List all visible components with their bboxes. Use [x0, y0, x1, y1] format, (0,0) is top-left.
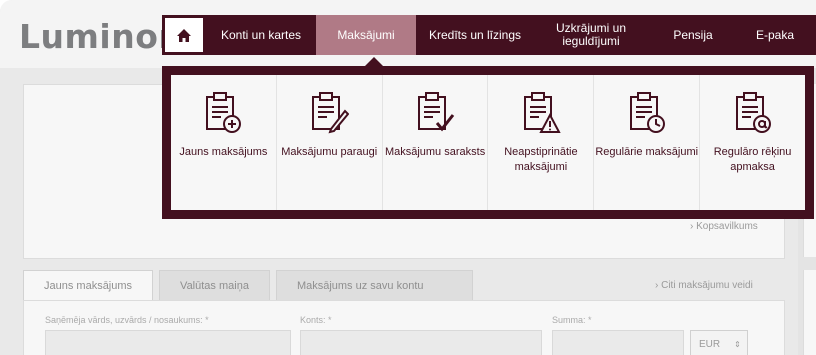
payments-mega-menu: Jauns maksājums Maksājumu paraugi Maksāj…	[162, 66, 814, 219]
clipboard-check-icon	[418, 92, 455, 132]
recipient-label: Saņēmēja vārds, uzvārds / nosaukums: *	[45, 315, 209, 325]
menu-item-label: Neapstiprinātie maksājumi	[504, 146, 578, 173]
menu-caret	[365, 57, 383, 66]
account-label: Konts: *	[300, 315, 332, 325]
summary-link[interactable]: › Kopsavilkums	[690, 221, 758, 232]
clipboard-pencil-icon	[312, 92, 350, 134]
clipboard-warning-icon	[523, 92, 561, 133]
menu-item-label: Maksājumu saraksts	[384, 146, 486, 158]
main-nav: Konti un kartes Maksājumi Kredīts un līz…	[162, 15, 816, 55]
payment-tabs: Jauns maksājums Valūtas maiņa Maksājums …	[23, 270, 473, 301]
clipboard-plus-icon	[206, 92, 242, 133]
menu-item-label: Regulāro rēķinu apmaksa	[713, 146, 792, 173]
recipient-input[interactable]	[45, 330, 291, 355]
menu-item-maksajumu-saraksts[interactable]: Maksājumu saraksts	[383, 75, 489, 210]
menu-item-jauns-maksajums[interactable]: Jauns maksājums	[171, 75, 277, 210]
tab-maksajums-uz-savu-kontu[interactable]: Maksājums uz savu kontu	[275, 270, 473, 301]
nav-uzkrajumi-un-ieguldijumi[interactable]: Uzkrājumi un ieguldījumi	[534, 15, 648, 55]
app-window: Luminor Konti un kartes Maksājumi Kredīt…	[0, 0, 816, 355]
home-icon	[177, 28, 191, 42]
menu-item-maksajumu-paraugi[interactable]: Maksājumu paraugi	[277, 75, 383, 210]
currency-select[interactable]: EUR ⇕	[690, 330, 748, 355]
account-input[interactable]	[300, 330, 542, 355]
nav-kredits-un-lizings[interactable]: Kredīts un līzings	[416, 15, 534, 55]
nav-pensija[interactable]: Pensija	[648, 15, 738, 55]
logo[interactable]: Luminor	[19, 17, 175, 56]
tab-jauns-maksajums[interactable]: Jauns maksājums	[23, 270, 154, 301]
nav-maksajumi[interactable]: Maksājumi	[316, 15, 416, 55]
side-card	[803, 270, 816, 355]
nav-konti-un-kartes[interactable]: Konti un kartes	[206, 15, 316, 55]
clipboard-at-icon	[735, 92, 771, 133]
amount-input[interactable]	[552, 330, 684, 355]
menu-item-neapstiprinatie-maksajumi[interactable]: Neapstiprinātie maksājumi	[488, 75, 595, 210]
home-button[interactable]	[162, 15, 206, 55]
clipboard-clock-icon	[629, 92, 665, 133]
menu-item-label: Jauns maksājums	[179, 146, 268, 158]
currency-value: EUR	[699, 338, 721, 350]
nav-e-paka[interactable]: E-paka	[738, 15, 816, 55]
mega-menu-items: Jauns maksājums Maksājumu paraugi Maksāj…	[171, 75, 805, 210]
tab-valutas-maina[interactable]: Valūtas maiņa	[159, 270, 270, 301]
other-payments-label: Citi maksājumu veidi	[661, 280, 753, 291]
other-payments-link[interactable]: › Citi maksājumu veidi	[655, 280, 753, 291]
amount-label: Summa: *	[552, 315, 592, 325]
menu-item-regularie-maksajumi[interactable]: Regulārie maksājumi	[594, 75, 701, 210]
menu-item-regularo-rekinu-apmaksa[interactable]: Regulāro rēķinu apmaksa	[700, 75, 805, 210]
select-arrows-icon: ⇕	[734, 339, 741, 349]
menu-item-label: Regulārie maksājumi	[595, 146, 699, 158]
menu-item-label: Maksājumu paraugi	[281, 146, 378, 158]
summary-link-label: Kopsavilkums	[696, 221, 758, 232]
